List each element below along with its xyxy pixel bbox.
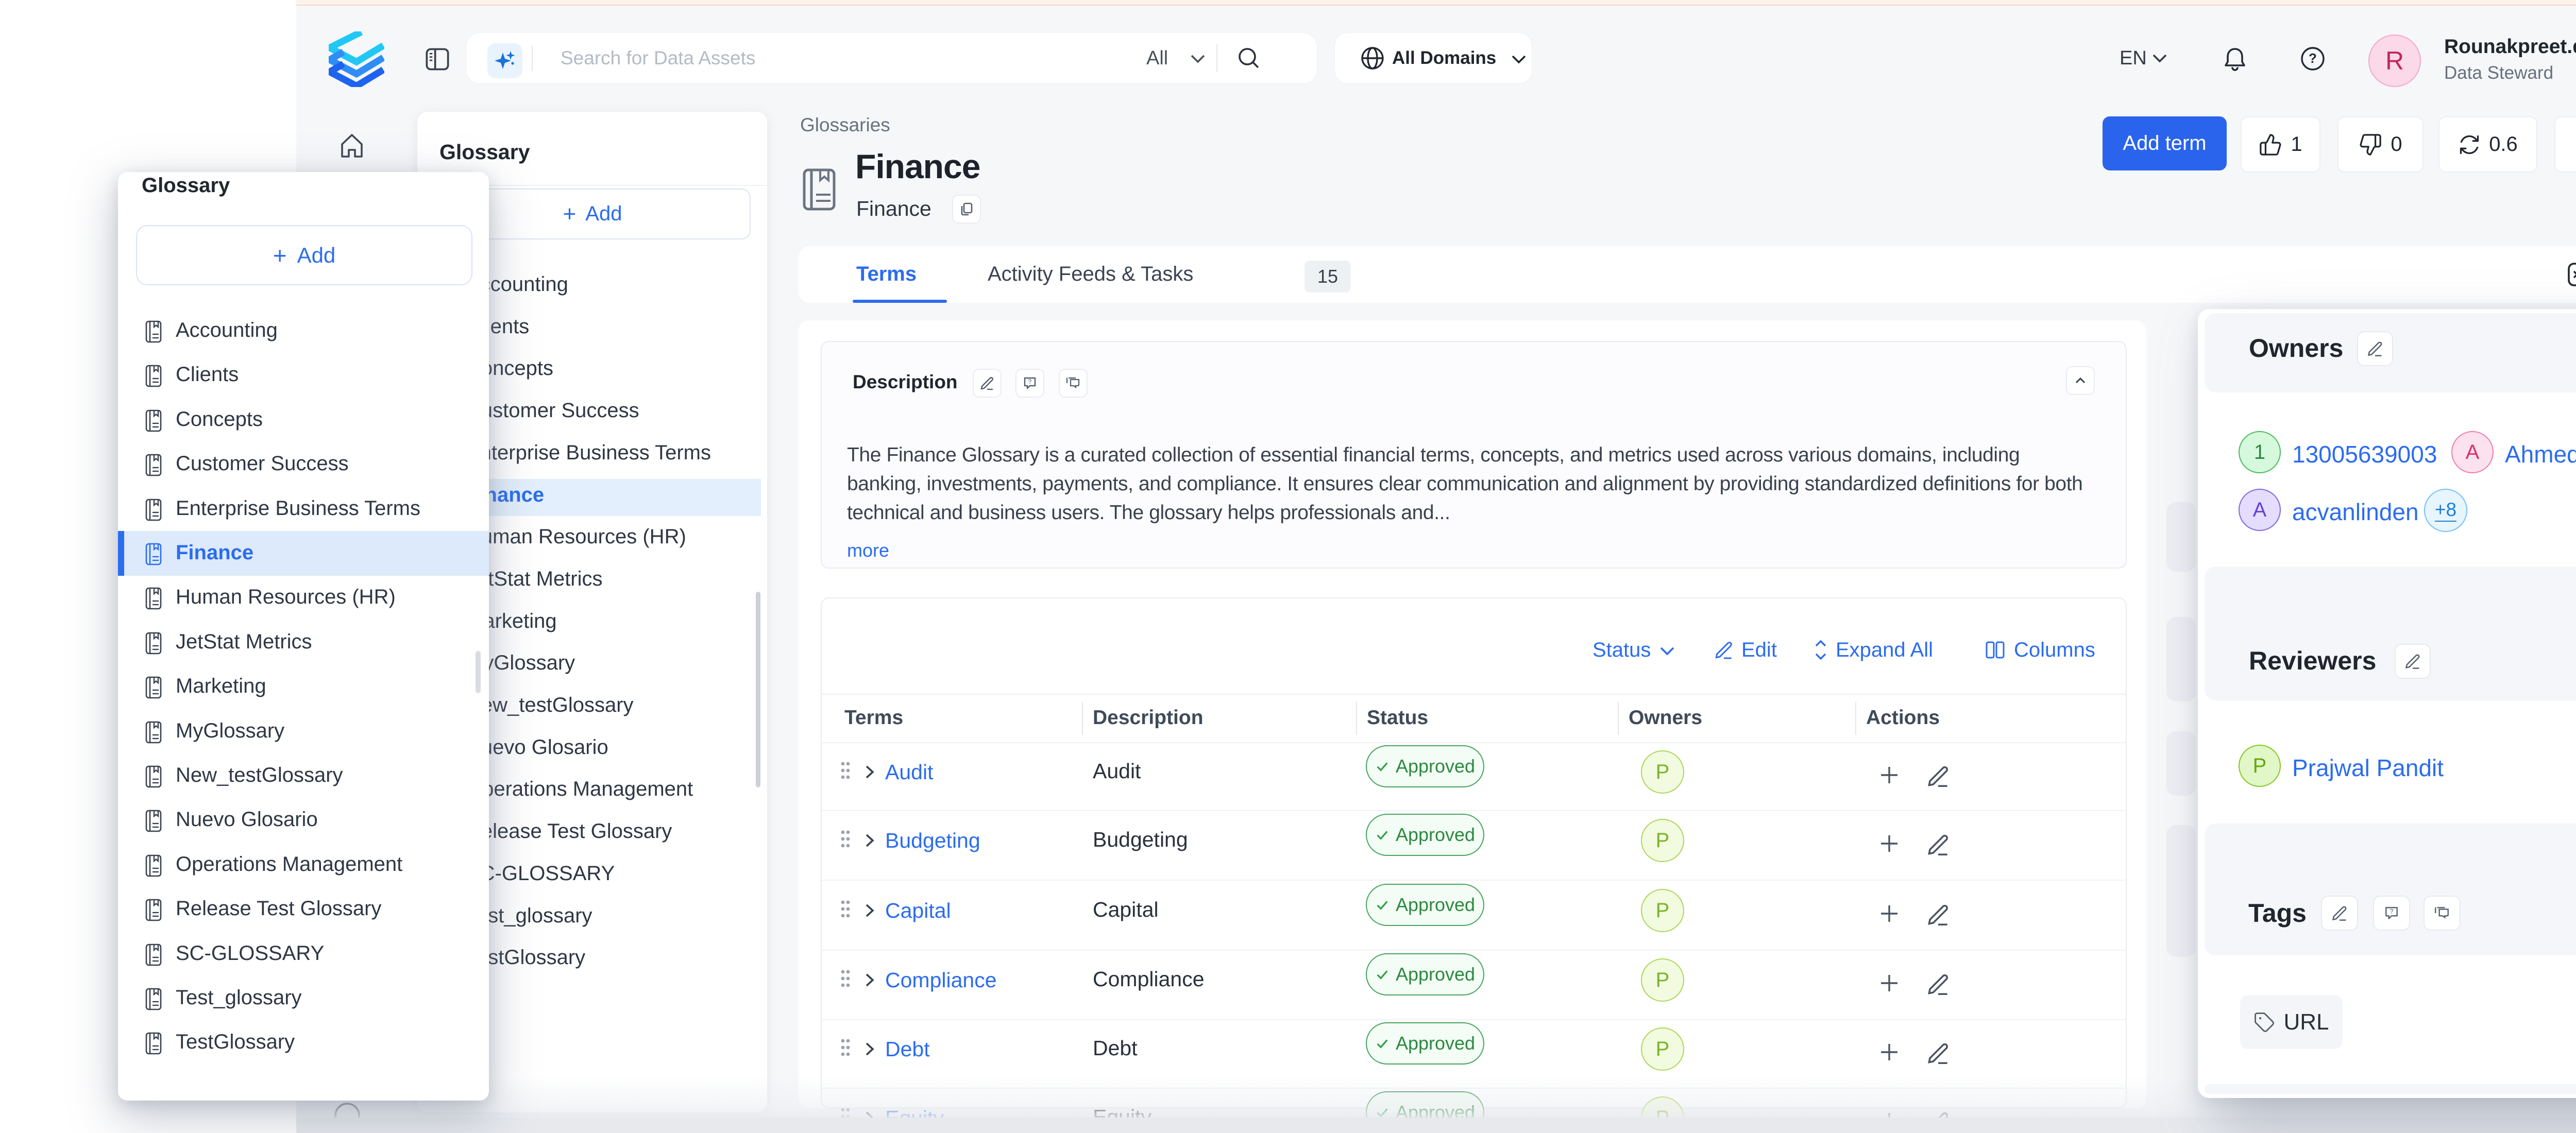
svg-text:?: ?	[2309, 50, 2317, 66]
svg-text:?: ?	[1028, 378, 1032, 385]
svg-text:?: ?	[2389, 907, 2393, 915]
